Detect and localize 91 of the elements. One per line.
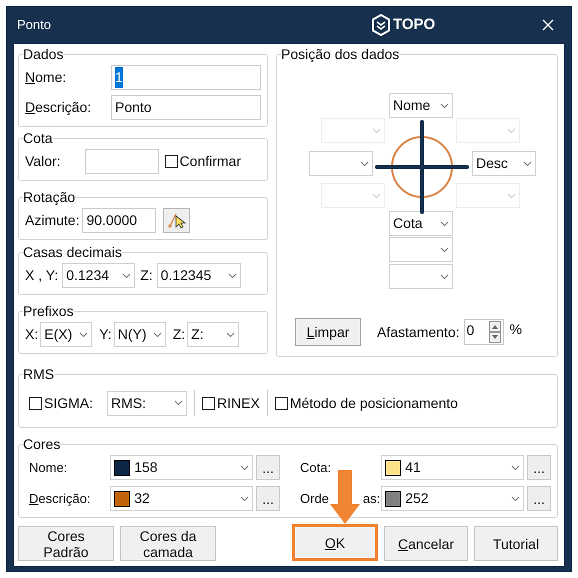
field-label: Nome: (25, 68, 66, 87)
dropdown[interactable] (389, 237, 453, 262)
chevron-icon (523, 160, 532, 166)
dropdown[interactable]: 41 (381, 455, 524, 480)
dropdown[interactable] (389, 264, 453, 289)
field-label: X: (25, 325, 38, 344)
field-label: Azimute: (25, 211, 80, 230)
checkbox[interactable] (29, 396, 42, 410)
group-title: Dados (23, 46, 64, 62)
dropdown[interactable]: 0.12345 (156, 263, 241, 288)
group-title: Posição dos dados (281, 46, 400, 62)
more-button[interactable]: ... (527, 486, 551, 511)
field-label: Orde (300, 490, 329, 508)
group-title: Cores (23, 436, 60, 452)
dialog-button[interactable]: Cores Padrão (18, 526, 114, 561)
chevron-icon (122, 272, 132, 278)
dropdown[interactable]: Desc (472, 151, 536, 176)
dialog-button[interactable]: Cancelar (384, 526, 468, 561)
group-title: Prefixos (23, 303, 74, 319)
chevron-icon (240, 464, 250, 470)
logo-text: TOPO (392, 14, 436, 35)
dropdown[interactable]: Z: (187, 322, 240, 347)
chevron-icon (79, 332, 88, 338)
window-title: Ponto (17, 16, 51, 34)
dropdown[interactable]: RMS: (107, 390, 188, 416)
more-button[interactable]: ... (256, 455, 280, 480)
dialog-button[interactable]: Cores da camada (120, 526, 216, 561)
field-label: as: (362, 490, 380, 508)
more-button[interactable]: ... (256, 486, 280, 511)
close-icon[interactable] (542, 19, 554, 31)
crosshair-icon (375, 120, 469, 214)
dropdown[interactable]: N(Y) (114, 322, 166, 347)
checkbox-label: Método de posicionamento (290, 394, 458, 413)
field-label: Valor: (25, 152, 61, 171)
checkbox-label: RINEX (217, 394, 260, 412)
field-label: % (510, 320, 522, 338)
dropdown[interactable]: 32 (110, 486, 254, 511)
checkbox-label: SIGMA: (44, 394, 94, 412)
chevron-icon (372, 192, 381, 198)
text-field[interactable]: Ponto (111, 95, 261, 120)
chevron-icon (507, 128, 516, 134)
group-title: Casas decimais (23, 244, 122, 260)
dropdown[interactable]: Nome (389, 93, 453, 118)
chevron-icon (226, 332, 236, 338)
dropdown[interactable]: Cota (389, 211, 453, 236)
field-label: Z: (140, 266, 153, 285)
pick-button[interactable] (163, 208, 190, 233)
group-title: Cota (23, 130, 53, 146)
chevron-icon (152, 332, 162, 338)
dropdown[interactable]: E(X) (40, 322, 92, 347)
chevron-icon (507, 192, 516, 198)
logo-icon (370, 14, 391, 36)
chevron-icon (360, 160, 369, 166)
chevron-icon (228, 272, 237, 278)
field-label: Afastamento: (377, 322, 460, 342)
field-label: X , Y: (25, 266, 58, 285)
text-field[interactable] (84, 149, 159, 174)
checkbox[interactable] (164, 155, 178, 168)
dropdown[interactable]: 158 (110, 455, 254, 480)
group-title: Rotação (23, 189, 76, 205)
field-label: Y: (99, 325, 112, 344)
chevron-icon (511, 496, 520, 502)
dialog-button[interactable]: Tutorial (474, 526, 558, 561)
group-title: RMS (23, 366, 54, 382)
spin-arrows-icon (488, 321, 500, 343)
chevron-icon (240, 496, 250, 502)
dropdown[interactable]: 252 (381, 486, 524, 511)
field-label: Descrição: (29, 490, 92, 508)
chevron-icon (440, 102, 449, 108)
dropdown[interactable] (309, 151, 373, 176)
dropdown[interactable]: 0.1234 (62, 263, 136, 288)
clear-button[interactable]: Limpar (295, 318, 361, 346)
dialog-button[interactable]: OK (292, 524, 378, 561)
pointer-arrow-icon (330, 470, 360, 524)
chevron-icon (174, 400, 184, 406)
chevron-icon (440, 274, 449, 280)
checkbox-label: Confirmar (180, 152, 242, 171)
chevron-icon (440, 220, 449, 226)
field-label: Descrição: (25, 98, 92, 117)
text-field[interactable]: 1 (111, 65, 261, 90)
field-label: Nome: (29, 458, 68, 477)
checkbox[interactable] (202, 396, 216, 410)
chevron-icon (372, 128, 381, 134)
field-label: Cota: (300, 458, 332, 477)
spin-field[interactable]: 0 (464, 319, 504, 345)
text-field[interactable]: 90.0000 (82, 208, 156, 233)
more-button[interactable]: ... (527, 455, 551, 480)
checkbox[interactable] (274, 396, 288, 410)
chevron-icon (511, 464, 520, 470)
chevron-icon (440, 246, 449, 252)
field-label: Z: (172, 325, 186, 344)
